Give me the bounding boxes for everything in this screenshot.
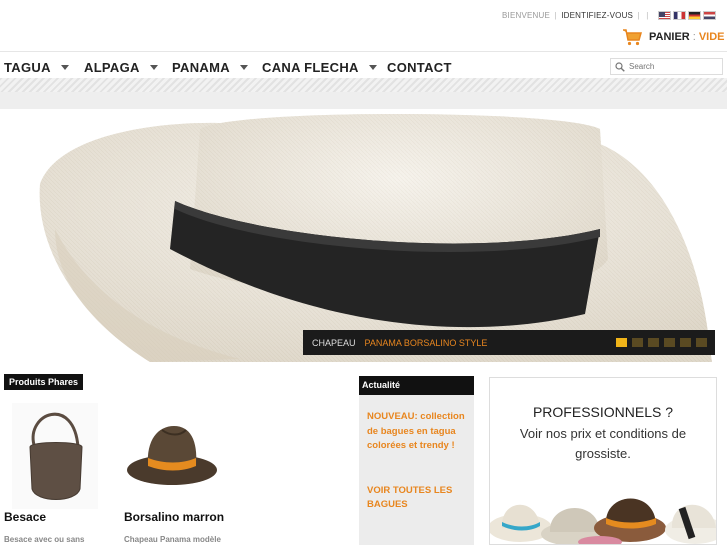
news-heading: Actualité [359, 376, 474, 395]
news-text: NOUVEAU: collection de bagues en tagua c… [367, 411, 465, 451]
flag-dutch-icon[interactable] [703, 11, 716, 20]
nav-item-label: CANA FLECHA [262, 60, 359, 75]
slide-dot[interactable] [680, 338, 691, 347]
nav-item-contact[interactable]: CONTACT [387, 60, 452, 75]
professional-promo[interactable]: PROFESSIONNELS ? Voir nos prix et condit… [489, 377, 717, 545]
search-icon[interactable] [615, 61, 625, 72]
slide-caption[interactable]: CHAPEAU PANAMA BORSALINO STYLE [303, 330, 715, 355]
cart-summary[interactable]: PANIER : VIDE [622, 28, 725, 46]
search-input[interactable] [629, 62, 719, 71]
cart-label: PANIER [649, 31, 690, 43]
language-selector [658, 11, 716, 20]
slide-dot[interactable] [632, 338, 643, 347]
slide-dot[interactable] [696, 338, 707, 347]
besace-bag-image[interactable] [12, 403, 98, 509]
slide-dot[interactable] [664, 338, 675, 347]
slide-dot[interactable] [648, 338, 659, 347]
top-bar: BIENVENUE | IDENTIFIEZ-VOUS | | PANIER :… [0, 0, 727, 52]
flag-english-icon[interactable] [658, 11, 671, 20]
nav-item-panama[interactable]: PANAMA [172, 60, 248, 75]
separator: | [554, 11, 557, 20]
cart-separator: : [692, 31, 696, 43]
flag-french-icon[interactable] [673, 11, 686, 20]
slide-dot[interactable] [616, 338, 627, 347]
chevron-down-icon [239, 65, 248, 70]
decorative-band [0, 92, 727, 109]
slide-pager [616, 338, 707, 347]
slide-title[interactable]: PANAMA BORSALINO STYLE [365, 338, 488, 348]
borsalino-hat-image[interactable] [124, 420, 220, 492]
login-link[interactable]: IDENTIFIEZ-VOUS [561, 11, 633, 20]
nav-item-label: PANAMA [172, 60, 230, 75]
news-box: Actualité NOUVEAU: collection de bagues … [359, 376, 474, 545]
nav-item-label: ALPAGA [84, 60, 140, 75]
chevron-down-icon [368, 65, 377, 70]
panama-hat-image [39, 114, 712, 362]
decorative-stripe [0, 78, 727, 92]
product-description: Chapeau Panama modèle [124, 535, 221, 544]
nav-item-tagua[interactable]: TAGUA [4, 60, 69, 75]
hats-collection-image [490, 498, 716, 544]
promo-title: PROFESSIONNELS ? [532, 404, 674, 420]
search-box [610, 58, 723, 75]
nav-item-label: CONTACT [387, 60, 452, 75]
nav-item-cana-flecha[interactable]: CANA FLECHA [262, 60, 377, 75]
welcome-text: BIENVENUE [502, 11, 551, 20]
separator: | [646, 11, 649, 20]
cart-state: VIDE [698, 31, 725, 43]
product-name[interactable]: Borsalino marron [124, 510, 224, 524]
flag-german-icon[interactable] [688, 11, 701, 20]
product-name[interactable]: Besace [4, 510, 46, 524]
shopping-cart-icon [623, 29, 642, 46]
chevron-down-icon [149, 65, 158, 70]
account-links: BIENVENUE | IDENTIFIEZ-VOUS | | [502, 11, 651, 20]
hero-slider[interactable] [0, 109, 727, 362]
separator: | [637, 11, 640, 20]
nav-item-alpaga[interactable]: ALPAGA [84, 60, 158, 75]
chevron-down-icon [60, 65, 69, 70]
nav-item-label: TAGUA [4, 60, 51, 75]
slide-category: CHAPEAU [312, 337, 356, 348]
news-link[interactable]: VOIR TOUTES LES BAGUES [367, 484, 471, 512]
featured-label: Produits Phares [4, 374, 84, 390]
promo-subtitle: Voir nos prix et conditions de grossiste… [519, 426, 687, 461]
product-description: Besace avec ou sans [4, 535, 85, 544]
